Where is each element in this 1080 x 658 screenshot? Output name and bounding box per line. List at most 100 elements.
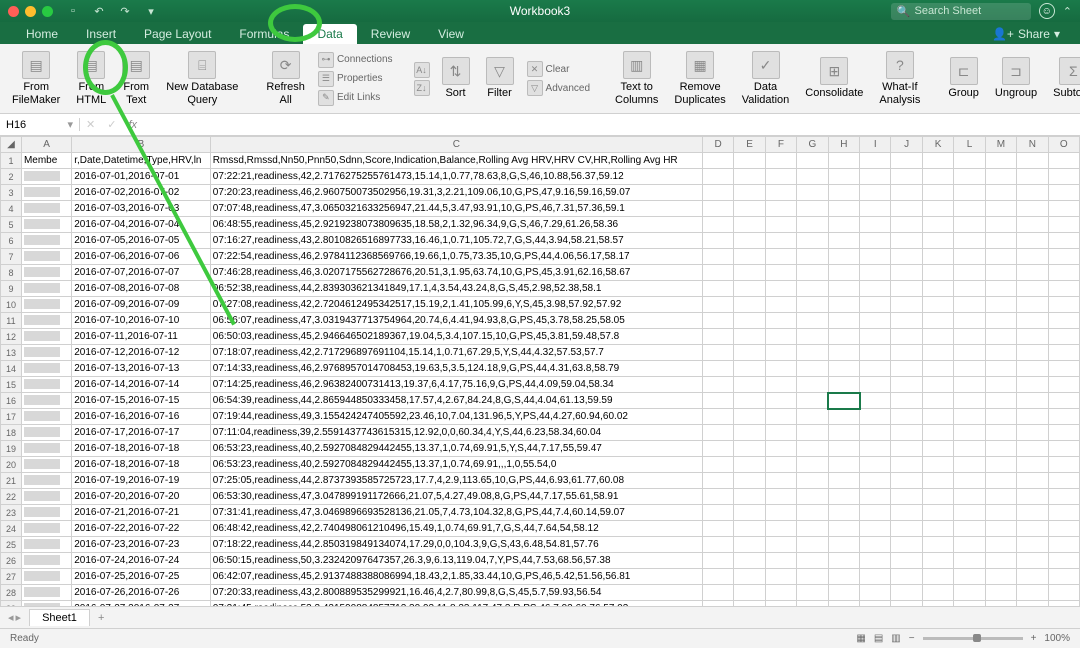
cell[interactable] [954, 473, 985, 489]
cell[interactable] [1017, 201, 1048, 217]
ribbon-toggle-icon[interactable]: ⌃ [1063, 5, 1072, 18]
cell[interactable] [702, 457, 733, 473]
cell[interactable] [702, 329, 733, 345]
cell[interactable] [828, 201, 859, 217]
select-all-cell[interactable]: ◢ [1, 137, 22, 153]
cell[interactable] [922, 153, 953, 169]
cell[interactable] [985, 393, 1016, 409]
zoom-window[interactable] [42, 6, 53, 17]
cell[interactable] [891, 185, 922, 201]
cell[interactable] [828, 457, 859, 473]
cell[interactable] [954, 345, 985, 361]
cell[interactable] [985, 441, 1016, 457]
cell[interactable] [985, 169, 1016, 185]
cell[interactable] [1017, 265, 1048, 281]
cell[interactable]: 06:50:03,readiness,45,2.9466465021893­67… [210, 329, 702, 345]
cell[interactable]: 07:22:21,readiness,42,2.7176275255761473… [210, 169, 702, 185]
consolidate-button[interactable]: ⊞Consolidate [801, 48, 867, 109]
cell[interactable] [828, 569, 859, 585]
search-sheet[interactable]: 🔍 Search Sheet [891, 3, 1031, 20]
cell[interactable] [797, 281, 828, 297]
cell[interactable]: 2016-07-08,2016-07-08 [72, 281, 211, 297]
cell[interactable] [1048, 345, 1079, 361]
cell[interactable] [21, 521, 71, 537]
cell[interactable] [922, 393, 953, 409]
cell[interactable] [828, 425, 859, 441]
cell[interactable] [954, 457, 985, 473]
cell[interactable] [1017, 297, 1048, 313]
cell[interactable] [21, 569, 71, 585]
cell[interactable]: 06:53:23,readiness,40,2.5927084829442455… [210, 441, 702, 457]
cell[interactable]: 2016-07-10,2016-07-10 [72, 313, 211, 329]
data-validation-button[interactable]: ✓Data Validation [738, 48, 794, 109]
cell[interactable] [860, 489, 891, 505]
cell[interactable] [860, 281, 891, 297]
cell[interactable] [828, 281, 859, 297]
cell[interactable] [734, 393, 765, 409]
cell[interactable] [985, 489, 1016, 505]
cell[interactable] [922, 281, 953, 297]
zoom-in-button[interactable]: + [1031, 633, 1037, 644]
cell[interactable] [828, 377, 859, 393]
column-header-I[interactable]: I [860, 137, 891, 153]
cell[interactable] [734, 329, 765, 345]
cell[interactable] [21, 585, 71, 601]
cell[interactable] [765, 473, 796, 489]
cell[interactable] [797, 169, 828, 185]
cell[interactable] [702, 297, 733, 313]
cell[interactable] [985, 153, 1016, 169]
cell[interactable] [1048, 553, 1079, 569]
cell[interactable]: 2016-07-05,2016-07-05 [72, 233, 211, 249]
cell[interactable] [860, 169, 891, 185]
cell[interactable]: 2016-07-14,2016-07-14 [72, 377, 211, 393]
cell[interactable] [985, 281, 1016, 297]
column-header-J[interactable]: J [891, 137, 922, 153]
cell[interactable] [985, 505, 1016, 521]
cell[interactable] [828, 313, 859, 329]
cell[interactable] [891, 393, 922, 409]
cell[interactable] [922, 201, 953, 217]
cell[interactable] [734, 153, 765, 169]
spreadsheet-grid[interactable]: ◢ABCDEFGHIJKLMNO 1Member,Date,Datetime,T… [0, 136, 1080, 606]
cell[interactable] [1048, 409, 1079, 425]
undo-icon[interactable]: ↶ [91, 3, 107, 19]
cell[interactable] [860, 377, 891, 393]
cell[interactable] [765, 553, 796, 569]
cell[interactable] [702, 153, 733, 169]
cell[interactable] [702, 345, 733, 361]
close-window[interactable] [8, 6, 19, 17]
cell[interactable] [21, 425, 71, 441]
cell[interactable] [1017, 505, 1048, 521]
cell[interactable] [1048, 489, 1079, 505]
cell[interactable] [891, 169, 922, 185]
cell[interactable] [1048, 297, 1079, 313]
cell[interactable] [828, 169, 859, 185]
view-pagebreak-icon[interactable]: ▥ [891, 633, 900, 644]
cell[interactable] [891, 361, 922, 377]
cell[interactable] [985, 217, 1016, 233]
column-header-E[interactable]: E [734, 137, 765, 153]
cell[interactable] [765, 281, 796, 297]
cell[interactable] [954, 281, 985, 297]
cell[interactable] [891, 313, 922, 329]
cell[interactable] [21, 409, 71, 425]
cell[interactable] [797, 521, 828, 537]
cell[interactable] [1017, 409, 1048, 425]
cell[interactable] [891, 457, 922, 473]
cell[interactable] [828, 553, 859, 569]
cell[interactable] [860, 473, 891, 489]
cell[interactable]: 07:27:08,readiness,42,2.7204612495342­51… [210, 297, 702, 313]
row-header[interactable]: 18 [1, 425, 22, 441]
cell[interactable]: 2016-07-15,2016-07-15 [72, 393, 211, 409]
column-header-A[interactable]: A [21, 137, 71, 153]
cell[interactable] [734, 265, 765, 281]
cell[interactable] [797, 297, 828, 313]
cell[interactable] [21, 473, 71, 489]
cell[interactable]: Rmssd,Rmssd,Nn50,Pnn50,Sdnn,Score,Indica… [210, 153, 702, 169]
tab-formulas[interactable]: Formulas [225, 24, 303, 44]
cell[interactable] [765, 169, 796, 185]
cell[interactable] [828, 217, 859, 233]
clear-filter-button[interactable]: ✕Clear [526, 60, 591, 78]
group-button[interactable]: ⊏Group [944, 48, 983, 109]
column-header-K[interactable]: K [922, 137, 953, 153]
